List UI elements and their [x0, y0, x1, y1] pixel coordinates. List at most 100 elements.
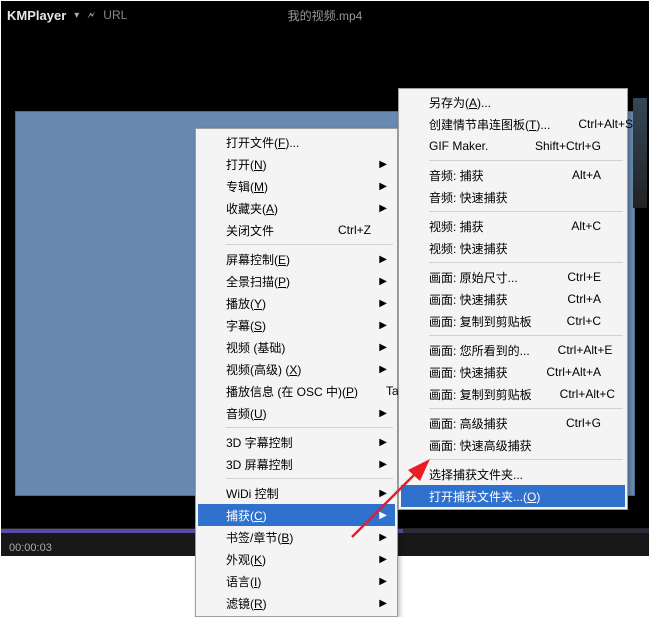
menu-item-shortcut: Ctrl+Alt+C — [532, 387, 615, 401]
capture-menu-item-2[interactable]: GIF Maker.Shift+Ctrl+G — [401, 135, 625, 157]
menu-item-shortcut: Alt+C — [543, 219, 601, 233]
main-menu-item-0[interactable]: 打开文件(F)... — [198, 131, 395, 153]
main-menu-item-3[interactable]: 收藏夹(A) ▶ — [198, 197, 395, 219]
menu-item-shortcut: Alt+A — [544, 168, 601, 182]
menu-item-label: 画面: 您所看到的... — [429, 342, 530, 359]
main-menu-item-12[interactable]: 播放信息 (在 OSC 中)(P)Tab — [198, 380, 395, 402]
main-menu-item-4[interactable]: 关闭文件Ctrl+Z — [198, 219, 395, 241]
main-menu-item-1[interactable]: 打开(N) ▶ — [198, 153, 395, 175]
capture-menu-separator — [429, 160, 623, 161]
menu-item-label: 音频(U) — [226, 405, 267, 422]
menu-item-label: 外观(K) — [226, 551, 266, 568]
window-title: 我的视频.mp4 — [288, 7, 363, 24]
submenu-arrow-icon: ▶ — [379, 254, 387, 265]
submenu-arrow-icon: ▶ — [379, 488, 387, 499]
timecode: 00:00:03 — [9, 542, 52, 554]
submenu-arrow-icon: ▶ — [379, 437, 387, 448]
menu-item-shortcut: Shift+Ctrl+G — [507, 139, 601, 153]
capture-menu-item-4[interactable]: 音频: 捕获 Alt+A — [401, 164, 625, 186]
menu-item-label: 视频 (基础) — [226, 339, 285, 356]
capture-menu-item-5[interactable]: 音频: 快速捕获 — [401, 186, 625, 208]
menu-item-shortcut: Ctrl+G — [538, 416, 601, 430]
capture-menu-item-10[interactable]: 画面: 原始尺寸...Ctrl+E — [401, 266, 625, 288]
capture-menu-item-14[interactable]: 画面: 您所看到的...Ctrl+Alt+E — [401, 339, 625, 361]
main-menu-item-13[interactable]: 音频(U)▶ — [198, 402, 395, 424]
main-menu-item-7[interactable]: 全景扫描(P)▶ — [198, 270, 395, 292]
main-menu-item-11[interactable]: 视频(高级) (X)▶ — [198, 358, 395, 380]
main-menu-item-6[interactable]: 屏幕控制(E) ▶ — [198, 248, 395, 270]
main-menu-item-18[interactable]: WiDi 控制▶ — [198, 482, 395, 504]
capture-menu-separator — [429, 408, 623, 409]
submenu-arrow-icon: ▶ — [379, 459, 387, 470]
capture-menu-separator — [429, 262, 623, 263]
submenu-arrow-icon: ▶ — [379, 532, 387, 543]
menu-item-label: 3D 字幕控制 — [226, 434, 293, 451]
main-menu-separator — [226, 427, 393, 428]
lightning-icon[interactable]: 🗲 — [87, 8, 95, 23]
menu-item-label: 播放(Y) — [226, 295, 266, 312]
url-label[interactable]: URL — [103, 8, 127, 22]
menu-item-label: 画面: 快速高级捕获 — [429, 437, 532, 454]
submenu-arrow-icon: ▶ — [379, 298, 387, 309]
main-menu-item-19[interactable]: 捕获(C)▶ — [198, 504, 395, 526]
menu-item-label: 收藏夹(A) — [226, 200, 278, 217]
menu-item-label: 书签/章节(B) — [226, 529, 293, 546]
main-menu-separator — [226, 478, 393, 479]
app-logo: KMPlayer — [7, 8, 66, 23]
submenu-arrow-icon: ▶ — [379, 554, 387, 565]
capture-menu-item-0[interactable]: 另存为(A)... — [401, 91, 625, 113]
submenu-arrow-icon: ▶ — [379, 203, 387, 214]
menu-item-label: 语言(I) — [226, 573, 261, 590]
main-menu-item-15[interactable]: 3D 字幕控制 ▶ — [198, 431, 395, 453]
titlebar: KMPlayer ▾ 🗲 URL 我的视频.mp4 — [1, 1, 649, 29]
capture-menu-separator — [429, 211, 623, 212]
menu-item-label: 画面: 复制到剪贴板 — [429, 386, 532, 403]
menu-item-label: 音频: 捕获 — [429, 167, 484, 184]
main-menu-item-16[interactable]: 3D 屏幕控制▶ — [198, 453, 395, 475]
menu-item-shortcut: Ctrl+Alt+S — [550, 117, 633, 131]
capture-menu-item-8[interactable]: 视频: 快速捕获 — [401, 237, 625, 259]
capture-menu-item-12[interactable]: 画面: 复制到剪贴板 Ctrl+C — [401, 310, 625, 332]
main-menu-item-20[interactable]: 书签/章节(B) ▶ — [198, 526, 395, 548]
menu-item-shortcut: Ctrl+Z — [310, 223, 371, 237]
main-menu-item-8[interactable]: 播放(Y) ▶ — [198, 292, 395, 314]
menu-item-label: 屏幕控制(E) — [226, 251, 290, 268]
capture-menu-item-19[interactable]: 画面: 快速高级捕获 — [401, 434, 625, 456]
menu-item-label: 另存为(A)... — [429, 94, 491, 111]
capture-menu-item-7[interactable]: 视频: 捕获Alt+C — [401, 215, 625, 237]
capture-menu-item-11[interactable]: 画面: 快速捕获Ctrl+A — [401, 288, 625, 310]
main-menu-item-9[interactable]: 字幕(S)▶ — [198, 314, 395, 336]
menu-item-label: 视频: 快速捕获 — [429, 240, 508, 257]
dropdown-arrow-icon[interactable]: ▾ — [74, 10, 79, 21]
menu-item-label: 捕获(C) — [226, 507, 267, 524]
capture-menu-item-15[interactable]: 画面: 快速捕获Ctrl+Alt+A — [401, 361, 625, 383]
capture-menu-item-16[interactable]: 画面: 复制到剪贴板Ctrl+Alt+C — [401, 383, 625, 405]
capture-menu-item-22[interactable]: 打开捕获文件夹...(O) — [401, 485, 625, 507]
context-menu-main: 打开文件(F)... 打开(N) ▶ 专辑(M) ▶ 收藏夹(A) ▶ 关闭文件Ctrl+Z 屏… — [195, 128, 398, 617]
menu-item-label: 打开(N) — [226, 156, 267, 173]
menu-item-label: 专辑(M) — [226, 178, 268, 195]
menu-item-label: 音频: 快速捕获 — [429, 189, 508, 206]
main-menu-item-23[interactable]: 滤镜(R)▶ — [198, 592, 395, 614]
capture-menu-item-21[interactable]: 选择捕获文件夹... — [401, 463, 625, 485]
menu-item-shortcut: Ctrl+Alt+E — [530, 343, 613, 357]
video-thumbnail-strip — [633, 98, 647, 208]
menu-item-shortcut: Ctrl+C — [539, 314, 601, 328]
submenu-arrow-icon: ▶ — [379, 364, 387, 375]
menu-item-label: 画面: 复制到剪贴板 — [429, 313, 532, 330]
main-menu-item-2[interactable]: 专辑(M) ▶ — [198, 175, 395, 197]
menu-item-label: 字幕(S) — [226, 317, 266, 334]
main-menu-item-22[interactable]: 语言(I) ▶ — [198, 570, 395, 592]
main-menu-item-10[interactable]: 视频 (基础) ▶ — [198, 336, 395, 358]
capture-menu-item-1[interactable]: 创建情节串连图板(T)...Ctrl+Alt+S — [401, 113, 625, 135]
submenu-arrow-icon: ▶ — [379, 159, 387, 170]
menu-item-shortcut: Ctrl+E — [539, 270, 601, 284]
context-menu-capture: 另存为(A)... 创建情节串连图板(T)...Ctrl+Alt+SGIF Mak… — [398, 88, 628, 510]
capture-menu-separator — [429, 335, 623, 336]
submenu-arrow-icon: ▶ — [379, 342, 387, 353]
capture-menu-item-18[interactable]: 画面: 高级捕获Ctrl+G — [401, 412, 625, 434]
menu-item-label: 打开文件(F)... — [226, 134, 299, 151]
submenu-arrow-icon: ▶ — [379, 576, 387, 587]
main-menu-item-21[interactable]: 外观(K) ▶ — [198, 548, 395, 570]
submenu-arrow-icon: ▶ — [379, 181, 387, 192]
